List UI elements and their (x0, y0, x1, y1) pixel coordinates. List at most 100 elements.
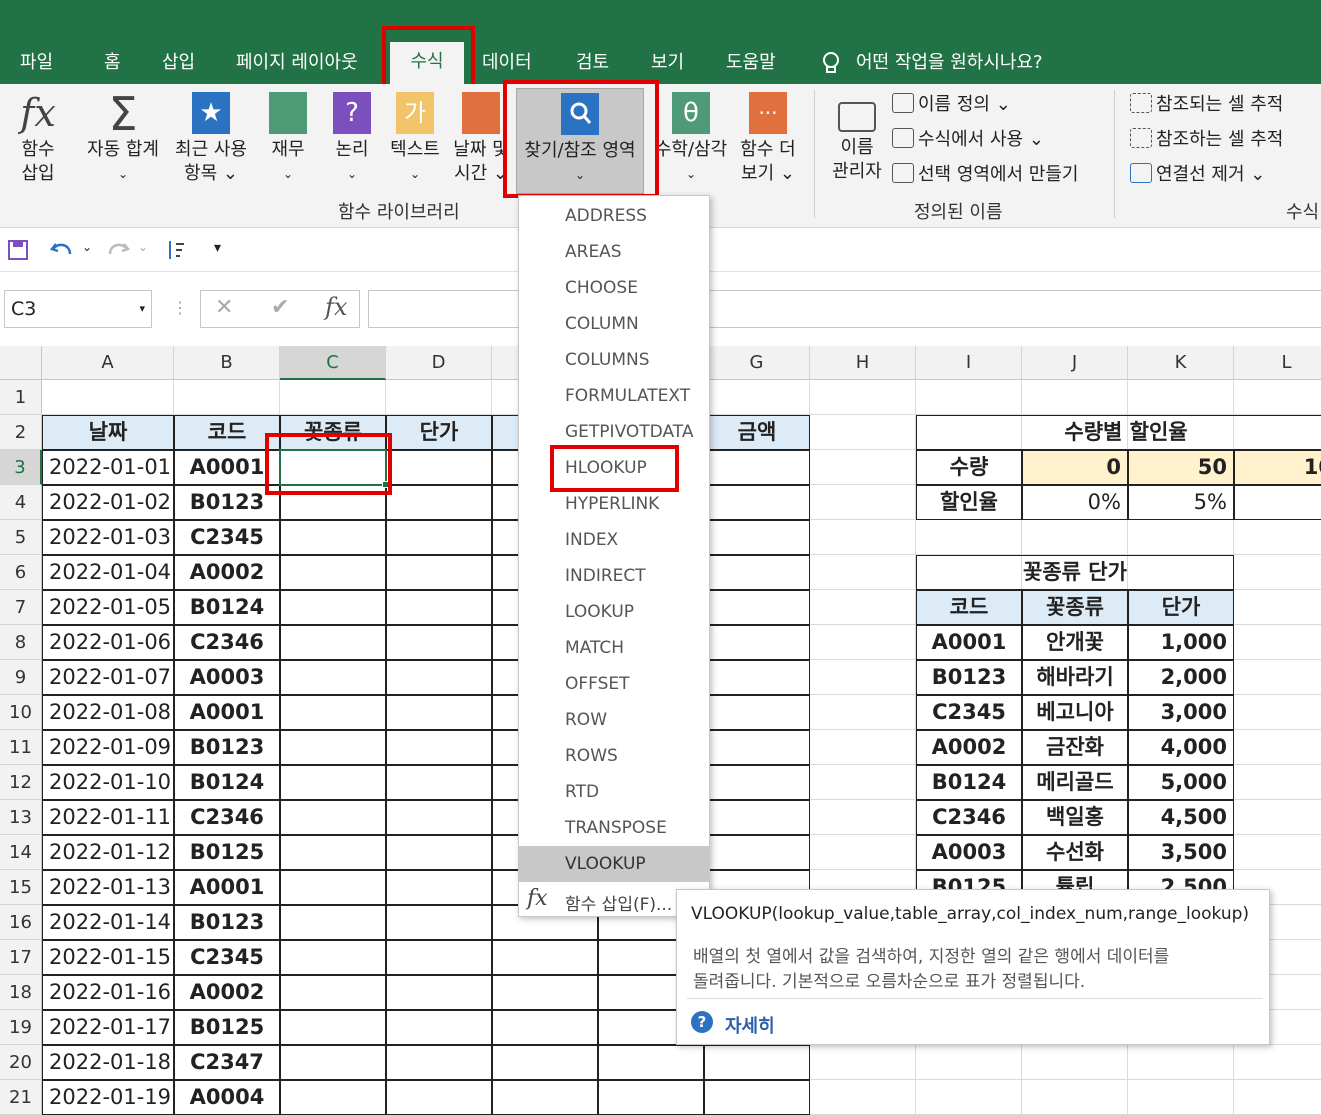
code-cell[interactable]: A0001 (174, 870, 280, 905)
tab-home[interactable]: 홈 (104, 48, 121, 78)
more-functions-button[interactable]: ··· 함수 더 보기 ⌄ (736, 92, 800, 186)
code-cell[interactable]: A0003 (174, 660, 280, 695)
cell[interactable] (1128, 1045, 1234, 1080)
price-header-cell[interactable]: 단가 (1128, 590, 1234, 625)
cell[interactable] (1234, 835, 1321, 870)
table-header-cell[interactable]: 단가 (386, 415, 492, 450)
cell[interactable] (810, 625, 916, 660)
column-header-j[interactable]: J (1022, 346, 1128, 380)
price-value-cell[interactable]: 4,500 (1128, 800, 1234, 835)
date-cell[interactable]: 2022-01-18 (42, 1045, 174, 1080)
tab-review[interactable]: 검토 (576, 48, 609, 78)
tell-me-box[interactable]: 어떤 작업을 원하시나요? (820, 48, 1043, 78)
date-cell[interactable]: 2022-01-02 (42, 485, 174, 520)
date-cell[interactable]: 2022-01-03 (42, 520, 174, 555)
table-header-cell[interactable]: 금액 (704, 415, 810, 450)
empty-data-cell[interactable] (280, 905, 386, 940)
date-cell[interactable]: 2022-01-14 (42, 905, 174, 940)
empty-data-cell[interactable] (280, 870, 386, 905)
rate-cell[interactable]: 0% (1022, 485, 1128, 520)
cell[interactable] (916, 1045, 1022, 1080)
undo-icon[interactable] (50, 238, 74, 262)
cell[interactable] (1234, 1080, 1321, 1115)
code-cell[interactable]: A0002 (174, 555, 280, 590)
date-cell[interactable]: 2022-01-17 (42, 1010, 174, 1045)
empty-data-cell[interactable] (704, 485, 810, 520)
empty-data-cell[interactable] (280, 625, 386, 660)
empty-data-cell[interactable] (704, 520, 810, 555)
empty-data-cell[interactable] (704, 835, 810, 870)
price-code-cell[interactable]: B0124 (916, 765, 1022, 800)
column-header-c[interactable]: C (280, 346, 386, 380)
empty-data-cell[interactable] (386, 555, 492, 590)
code-cell[interactable]: C2347 (174, 1045, 280, 1080)
row-header-19[interactable]: 19 (0, 1010, 42, 1045)
code-cell[interactable]: A0002 (174, 975, 280, 1010)
menu-item-rtd[interactable]: RTD (519, 774, 709, 810)
price-flower-cell[interactable]: 베고니아 (1022, 695, 1128, 730)
empty-data-cell[interactable] (704, 660, 810, 695)
empty-data-cell[interactable] (386, 975, 492, 1010)
price-value-cell[interactable]: 2,000 (1128, 660, 1234, 695)
price-code-cell[interactable]: A0001 (916, 625, 1022, 660)
remove-arrows-button[interactable]: 연결선 제거 ⌄ (1130, 162, 1265, 188)
column-header-g[interactable]: G (704, 346, 810, 380)
code-cell[interactable]: C2345 (174, 520, 280, 555)
code-cell[interactable]: B0124 (174, 590, 280, 625)
row-header-1[interactable]: 1 (0, 380, 42, 415)
price-flower-cell[interactable]: 수선화 (1022, 835, 1128, 870)
empty-data-cell[interactable] (280, 1010, 386, 1045)
empty-data-cell[interactable] (386, 800, 492, 835)
row-header-13[interactable]: 13 (0, 800, 42, 835)
row-header-18[interactable]: 18 (0, 975, 42, 1010)
table-header-cell[interactable]: 날짜 (42, 415, 174, 450)
cell[interactable] (916, 1080, 1022, 1115)
cell[interactable] (810, 450, 916, 485)
column-header-k[interactable]: K (1128, 346, 1234, 380)
enter-icon[interactable]: ✔ (271, 295, 289, 320)
row-header-9[interactable]: 9 (0, 660, 42, 695)
tab-data[interactable]: 데이터 (482, 48, 532, 78)
empty-data-cell[interactable] (280, 555, 386, 590)
code-cell[interactable]: A0001 (174, 695, 280, 730)
empty-data-cell[interactable] (492, 1010, 598, 1045)
code-cell[interactable]: B0123 (174, 905, 280, 940)
cell[interactable] (1128, 1080, 1234, 1115)
row-header-3[interactable]: 3 (0, 450, 42, 485)
tab-insert[interactable]: 삽입 (162, 48, 195, 78)
menu-item-areas[interactable]: AREAS (519, 234, 709, 270)
date-cell[interactable]: 2022-01-07 (42, 660, 174, 695)
tab-help[interactable]: 도움말 (726, 48, 776, 78)
empty-data-cell[interactable] (492, 940, 598, 975)
tab-page-layout[interactable]: 페이지 레이아웃 (236, 48, 358, 78)
empty-data-cell[interactable] (386, 1080, 492, 1115)
code-cell[interactable]: A0004 (174, 1080, 280, 1115)
empty-data-cell[interactable] (280, 765, 386, 800)
date-cell[interactable]: 2022-01-01 (42, 450, 174, 485)
cell[interactable] (704, 380, 810, 415)
cell[interactable] (810, 730, 916, 765)
menu-item-row[interactable]: ROW (519, 702, 709, 738)
cell[interactable] (810, 1080, 916, 1115)
formula-input[interactable] (368, 290, 1321, 328)
row-header-2[interactable]: 2 (0, 415, 42, 450)
column-header-i[interactable]: I (916, 346, 1022, 380)
date-cell[interactable]: 2022-01-15 (42, 940, 174, 975)
cell[interactable] (810, 520, 916, 555)
date-cell[interactable]: 2022-01-12 (42, 835, 174, 870)
empty-data-cell[interactable] (704, 450, 810, 485)
cell[interactable] (810, 835, 916, 870)
date-cell[interactable]: 2022-01-08 (42, 695, 174, 730)
empty-data-cell[interactable] (704, 1080, 810, 1115)
discount-title-cell[interactable]: 수량별 할인율 (916, 415, 1321, 450)
date-cell[interactable]: 2022-01-10 (42, 765, 174, 800)
empty-data-cell[interactable] (492, 1045, 598, 1080)
code-cell[interactable]: B0124 (174, 765, 280, 800)
row-header-8[interactable]: 8 (0, 625, 42, 660)
menu-item-index[interactable]: INDEX (519, 522, 709, 558)
column-header-a[interactable]: A (42, 346, 174, 380)
cell[interactable] (280, 380, 386, 415)
empty-data-cell[interactable] (386, 485, 492, 520)
cell[interactable] (1234, 730, 1321, 765)
price-header-cell[interactable]: 꽃종류 (1022, 590, 1128, 625)
